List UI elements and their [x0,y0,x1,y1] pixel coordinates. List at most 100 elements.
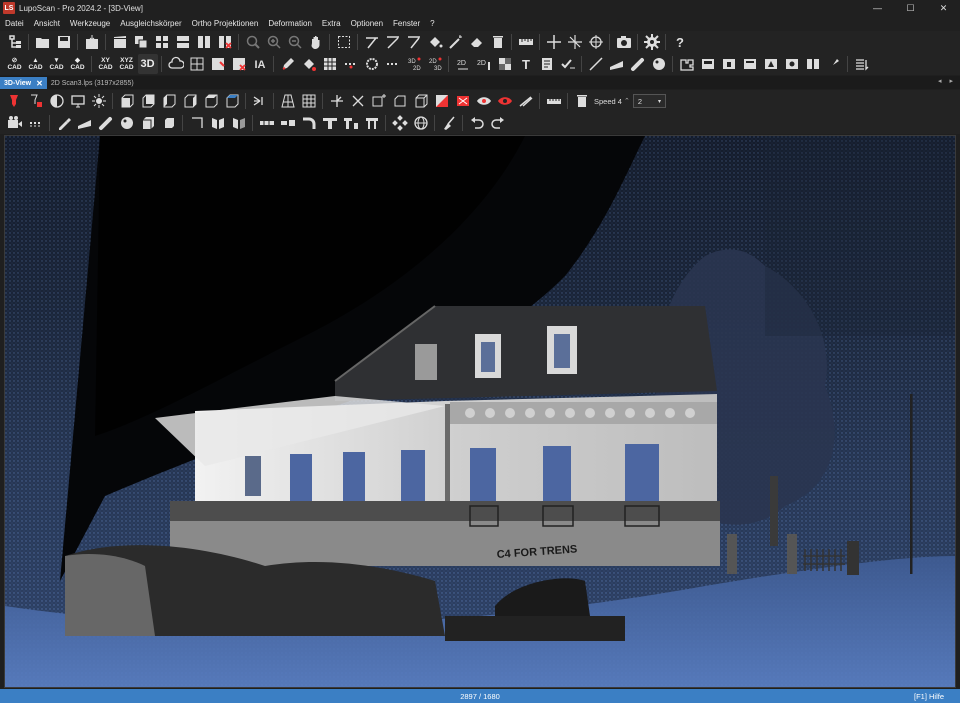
menu-fenster[interactable]: Fenster [388,19,425,28]
eraser-icon[interactable] [468,33,486,51]
menu-ortho-projektionen[interactable]: Ortho Projektionen [187,19,264,28]
zoom-in-icon[interactable] [265,33,283,51]
open-folder-icon[interactable] [34,33,52,51]
camera-icon[interactable] [615,33,633,51]
beam-split-icon[interactable] [279,114,297,132]
cube-front-icon[interactable] [118,92,136,110]
maximize-button[interactable]: ☐ [894,0,927,16]
pipette-icon[interactable] [55,114,73,132]
menu-ansicht[interactable]: Ansicht [29,19,65,28]
cylinder-fit-icon[interactable] [97,114,115,132]
video-camera-icon[interactable] [6,114,24,132]
perspective-grid-icon[interactable] [279,92,297,110]
tab-close-icon[interactable]: ✕ [36,79,43,88]
3d-to-2d-icon[interactable]: 3D 2D [405,55,423,73]
help-icon[interactable]: ? [671,33,689,51]
2d-to-3d-icon[interactable]: 2D 3D [426,55,444,73]
cube-right-icon[interactable] [181,92,199,110]
clip-tool-icon[interactable] [517,92,535,110]
zoom-out-icon[interactable] [286,33,304,51]
export-ls-icon[interactable] [83,33,101,51]
close-layout-icon[interactable] [216,33,234,51]
cube-top-icon[interactable] [202,92,220,110]
cube-back-icon[interactable] [139,92,157,110]
cross-x-icon[interactable] [349,92,367,110]
list-export-icon[interactable] [853,55,871,73]
cad-export-1-button[interactable]: ⊘ CAD [5,54,25,74]
menu-datei[interactable]: Datei [0,19,29,28]
add-box-icon[interactable] [370,92,388,110]
line-tool-1-icon[interactable] [363,33,381,51]
layout-horizontal-icon[interactable] [174,33,192,51]
move-axes-icon[interactable] [328,92,346,110]
redo-icon[interactable] [489,114,507,132]
menu-ausgleichskoerper[interactable]: Ausgleichskörper [115,19,186,28]
ortho-3-icon[interactable] [741,55,759,73]
brush-icon[interactable] [825,55,843,73]
puzzle-icon[interactable] [678,55,696,73]
clapper-icon[interactable] [111,33,129,51]
cube-blue-icon[interactable] [223,92,241,110]
convert-icon[interactable] [209,55,227,73]
globe-icon[interactable] [412,114,430,132]
cad-xyz-button[interactable]: XYZ CAD [117,54,137,74]
text-ia-icon[interactable]: IA [251,55,269,73]
pen-icon[interactable] [279,55,297,73]
trash-icon[interactable] [489,33,507,51]
dotted-line-icon[interactable] [384,55,402,73]
minimize-button[interactable]: — [861,0,894,16]
ortho-5-icon[interactable] [783,55,801,73]
tab-3d-view[interactable]: 3D-View ✕ [0,77,47,89]
cad-export-4-button[interactable]: ◆ CAD [68,54,88,74]
cylinder-icon[interactable] [629,55,647,73]
paint-bucket-icon[interactable] [426,33,444,51]
fill-icon[interactable] [300,55,318,73]
gear-points-icon[interactable] [363,55,381,73]
diamond-points-icon[interactable] [391,114,409,132]
box-red-cross-icon[interactable] [454,92,472,110]
box-3d-icon[interactable] [412,92,430,110]
sphere-fit-icon[interactable] [118,114,136,132]
speed-spin-arrow-icon[interactable]: ⌃ [624,97,630,105]
delete-region-icon[interactable] [230,55,248,73]
frame-icon[interactable] [363,114,381,132]
eye-icon[interactable] [475,92,493,110]
settings-gear-icon[interactable] [643,33,661,51]
checklist-icon[interactable] [559,55,577,73]
text-tool-icon[interactable]: T [517,55,535,73]
cad-export-3-button[interactable]: ▼ CAD [47,54,67,74]
light-icon[interactable] [90,92,108,110]
cloud-icon[interactable] [167,55,185,73]
ortho-4-icon[interactable] [762,55,780,73]
monitor-icon[interactable] [69,92,87,110]
menu-deformation[interactable]: Deformation [263,19,317,28]
pin-red-icon[interactable] [6,92,24,110]
delete-points-icon[interactable] [573,92,591,110]
checker-icon[interactable] [496,55,514,73]
view-3d-button[interactable]: 3D [137,54,158,74]
3d-viewport[interactable]: C4 FOR TRENS [4,135,956,688]
plane-icon[interactable] [608,55,626,73]
ortho-2-icon[interactable] [720,55,738,73]
layout-grid-icon[interactable] [153,33,171,51]
plane-fit-icon[interactable] [76,114,94,132]
mosaic-icon[interactable] [321,55,339,73]
2d-view-icon[interactable]: 2D [454,55,472,73]
light-beam-icon[interactable] [251,92,269,110]
ruler-icon[interactable] [517,33,535,51]
2d-info-icon[interactable]: 2D [475,55,493,73]
menu-optionen[interactable]: Optionen [346,19,388,28]
beam-icon[interactable] [258,114,276,132]
points-red-icon[interactable] [342,55,360,73]
box-corner-icon[interactable] [391,92,409,110]
cad-xy-button[interactable]: XY CAD [96,54,116,74]
half-circle-icon[interactable] [48,92,66,110]
crosshair-diagonal-icon[interactable] [566,33,584,51]
tab-scroll-arrows[interactable]: ◂ ▸ [938,77,956,85]
selection-rect-icon[interactable] [335,33,353,51]
dots-menu-icon[interactable] [27,114,45,132]
pan-hand-icon[interactable] [307,33,325,51]
close-button[interactable]: ✕ [927,0,960,16]
menu-werkzeuge[interactable]: Werkzeuge [65,19,115,28]
line-tool-3-icon[interactable] [405,33,423,51]
